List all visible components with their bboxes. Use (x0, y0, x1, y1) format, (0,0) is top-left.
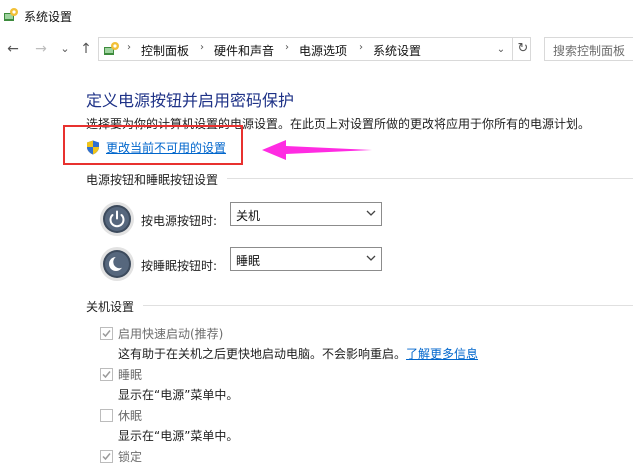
power-icon (100, 202, 134, 236)
lock-checkbox[interactable] (100, 450, 113, 463)
sleep-button-action-select[interactable]: 睡眠 (230, 247, 382, 271)
sleep-option-description: 显示在“电源”菜单中。 (118, 388, 239, 402)
hibernate-checkbox[interactable] (100, 409, 113, 422)
lock-option-label: 锁定 (118, 450, 143, 464)
power-section-title: 电源按钮和睡眠按钮设置 (86, 173, 219, 187)
fast-startup-description-text: 这有助于在关机之后更快地启动电脑。不会影响重启。 (118, 347, 407, 361)
section-divider (143, 305, 633, 306)
power-button-action-value: 关机 (236, 209, 261, 223)
learn-more-link[interactable]: 了解更多信息 (406, 347, 478, 361)
sleep-checkbox[interactable] (100, 368, 113, 381)
fast-startup-description: 这有助于在关机之后更快地启动电脑。不会影响重启。了解更多信息 (118, 345, 478, 362)
section-divider (227, 178, 633, 179)
power-button-row: 按电源按钮时: 关机 (99, 201, 389, 241)
fast-startup-checkbox[interactable] (100, 327, 113, 340)
fast-startup-label: 启用快速启动(推荐) (118, 327, 224, 341)
power-button-label: 按电源按钮时: (141, 214, 218, 228)
checkmark-icon (102, 453, 111, 461)
shutdown-section-title: 关机设置 (86, 300, 135, 314)
hibernate-option-description: 显示在“电源”菜单中。 (118, 429, 239, 443)
sleep-button-label: 按睡眠按钮时: (141, 259, 218, 273)
power-button-action-select[interactable]: 关机 (230, 202, 382, 226)
sleep-button-action-value: 睡眠 (236, 254, 261, 268)
hibernate-option-label: 休眠 (118, 409, 143, 423)
chevron-down-icon (366, 210, 376, 216)
sleep-option-label: 睡眠 (118, 368, 143, 382)
sleep-button-row: 按睡眠按钮时: 睡眠 (99, 246, 389, 286)
checkmark-icon (102, 371, 111, 379)
chevron-down-icon (366, 255, 376, 261)
checkmark-icon (102, 330, 111, 338)
sleep-moon-icon (100, 247, 134, 281)
